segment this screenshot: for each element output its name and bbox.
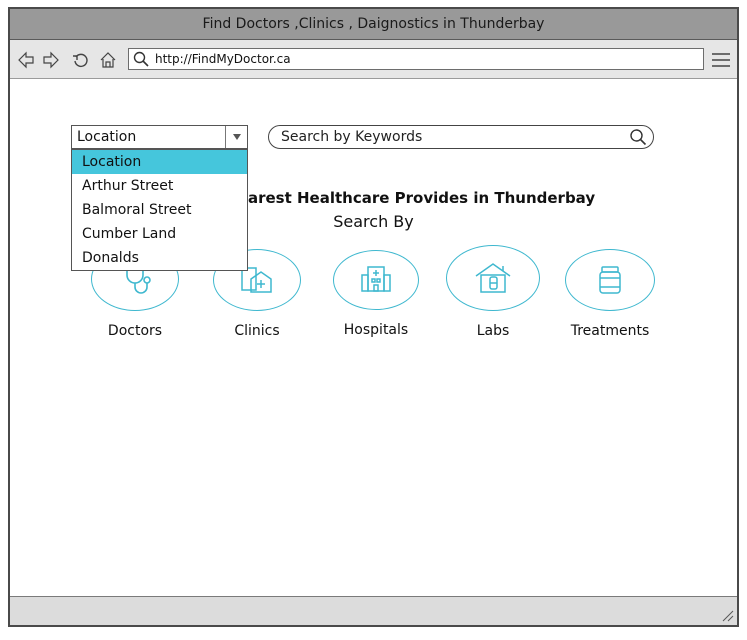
category-label: Labs	[476, 323, 510, 339]
status-bar	[10, 596, 737, 625]
title-bar: Find Doctors ,Clinics , Daignostics in T…	[10, 9, 737, 40]
medicine-jar-icon[interactable]	[565, 249, 655, 311]
url-text: http://FindMyDoctor.ca	[155, 52, 291, 66]
lab-icon[interactable]	[446, 245, 540, 311]
category-label: Hospitals	[343, 322, 409, 338]
window-title: Find Doctors ,Clinics , Daignostics in T…	[202, 16, 545, 32]
back-icon[interactable]	[15, 49, 37, 71]
location-dropdown-list: Location Arthur Street Balmoral Street C…	[71, 149, 248, 271]
search-placeholder: Search by Keywords	[281, 129, 423, 145]
forward-icon[interactable]	[40, 49, 62, 71]
page-content: Location Location Arthur Street Balmoral…	[10, 79, 737, 597]
chevron-down-icon[interactable]	[225, 126, 247, 148]
search-icon[interactable]	[629, 128, 647, 146]
category-hospitals[interactable]: Hospitals	[321, 250, 431, 338]
location-option[interactable]: Arthur Street	[72, 174, 247, 198]
keyword-search-input[interactable]: Search by Keywords	[268, 125, 654, 149]
location-option[interactable]: Cumber Land	[72, 222, 247, 246]
address-bar[interactable]: http://FindMyDoctor.ca	[128, 48, 704, 70]
hospital-icon[interactable]	[333, 250, 419, 310]
search-icon	[133, 51, 149, 67]
category-labs[interactable]: Labs	[438, 245, 548, 339]
reload-icon[interactable]	[70, 49, 92, 71]
location-option[interactable]: Donalds	[72, 246, 247, 270]
category-label: Clinics	[234, 323, 280, 339]
location-select-value: Location	[77, 129, 137, 145]
location-option[interactable]: Balmoral Street	[72, 198, 247, 222]
location-option[interactable]: Location	[72, 150, 247, 174]
category-treatments[interactable]: Treatments	[555, 249, 665, 339]
browser-toolbar: http://FindMyDoctor.ca	[10, 40, 737, 79]
browser-window: Find Doctors ,Clinics , Daignostics in T…	[8, 7, 739, 627]
category-label: Doctors	[107, 323, 163, 339]
resize-grip-icon[interactable]	[720, 608, 734, 622]
location-select[interactable]: Location	[71, 125, 248, 149]
home-icon[interactable]	[97, 49, 119, 71]
hamburger-menu-icon[interactable]	[712, 52, 730, 67]
category-label: Treatments	[570, 323, 650, 339]
